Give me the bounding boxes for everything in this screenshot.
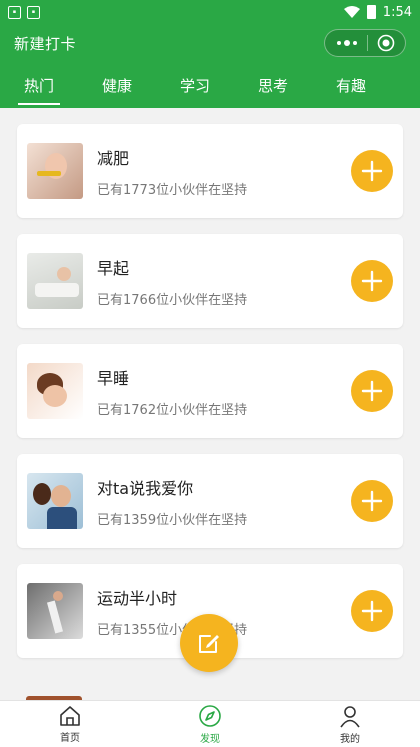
habit-card-say-i-love-you[interactable]: 对ta说我爱你 已有1359位小伙伴在坚持 [17,454,403,548]
tab-health[interactable]: 健康 [78,66,156,108]
add-habit-button[interactable] [351,150,393,192]
notification-icon: ▪ [8,5,21,19]
habit-title: 运动半小时 [97,588,178,608]
nav-discover[interactable]: 发现 [140,701,280,747]
habit-thumbnail [27,583,83,639]
habit-title: 对ta说我爱你 [97,478,194,498]
nav-home[interactable]: 首页 [0,701,140,747]
plus-icon [361,490,383,512]
close-miniprogram-icon[interactable] [377,34,395,52]
tab-study[interactable]: 学习 [156,66,234,108]
habit-thumbnail [27,143,83,199]
habit-title: 早睡 [97,368,130,388]
habit-card-lose-weight[interactable]: 减肥 已有1773位小伙伴在坚持 [17,124,403,218]
create-habit-button[interactable] [180,614,238,672]
plus-icon [361,600,383,622]
home-icon [60,705,80,726]
habit-title: 减肥 [97,148,130,168]
habit-title: 早起 [97,258,130,278]
add-habit-button[interactable] [351,370,393,412]
habit-participants: 已有1762位小伙伴在坚持 [97,402,248,418]
edit-icon [199,635,219,653]
nav-discover-label: 发现 [200,733,220,745]
compass-icon [199,704,221,727]
habit-thumbnail [27,363,83,419]
plus-icon [361,380,383,402]
nav-mine-label: 我的 [340,733,360,745]
add-habit-button[interactable] [351,480,393,522]
bottom-navigation: 首页 发现 我的 [0,700,420,747]
nav-home-label: 首页 [60,732,80,744]
habit-participants: 已有1766位小伙伴在坚持 [97,292,248,308]
habit-participants: 已有1773位小伙伴在坚持 [97,182,248,198]
battery-icon [366,5,376,19]
status-bar: ▪ ▪ 1:54 [0,0,420,24]
plus-icon [361,270,383,292]
tab-fun[interactable]: 有趣 [312,66,390,108]
tab-life[interactable]: 生 [390,66,420,108]
category-tabs: 热门 健康 学习 思考 有趣 生 [0,66,420,108]
header: ▪ ▪ 1:54 新建打卡 热门 健康 学习 思考 有趣 生 [0,0,420,108]
habit-list: 减肥 已有1773位小伙伴在坚持 早起 已有1766位小伙伴在坚持 早睡 已有1… [17,124,403,674]
wifi-icon [343,6,360,18]
capsule-divider [366,35,368,51]
habit-card-early-rise[interactable]: 早起 已有1766位小伙伴在坚持 [17,234,403,328]
add-habit-button[interactable] [351,590,393,632]
mini-program-capsule [324,29,406,57]
status-time: 1:54 [382,4,412,20]
more-icon[interactable] [336,39,358,47]
tab-think[interactable]: 思考 [234,66,312,108]
add-habit-button[interactable] [351,260,393,302]
page-title: 新建打卡 [14,34,77,53]
habit-thumbnail [27,253,83,309]
tab-hot[interactable]: 热门 [0,66,78,108]
user-icon [340,705,360,727]
plus-icon [361,160,383,182]
habit-thumbnail [27,473,83,529]
notification-icon: ▪ [27,5,40,19]
nav-mine[interactable]: 我的 [280,701,420,747]
habit-card-early-sleep[interactable]: 早睡 已有1762位小伙伴在坚持 [17,344,403,438]
habit-participants: 已有1359位小伙伴在坚持 [97,512,248,528]
